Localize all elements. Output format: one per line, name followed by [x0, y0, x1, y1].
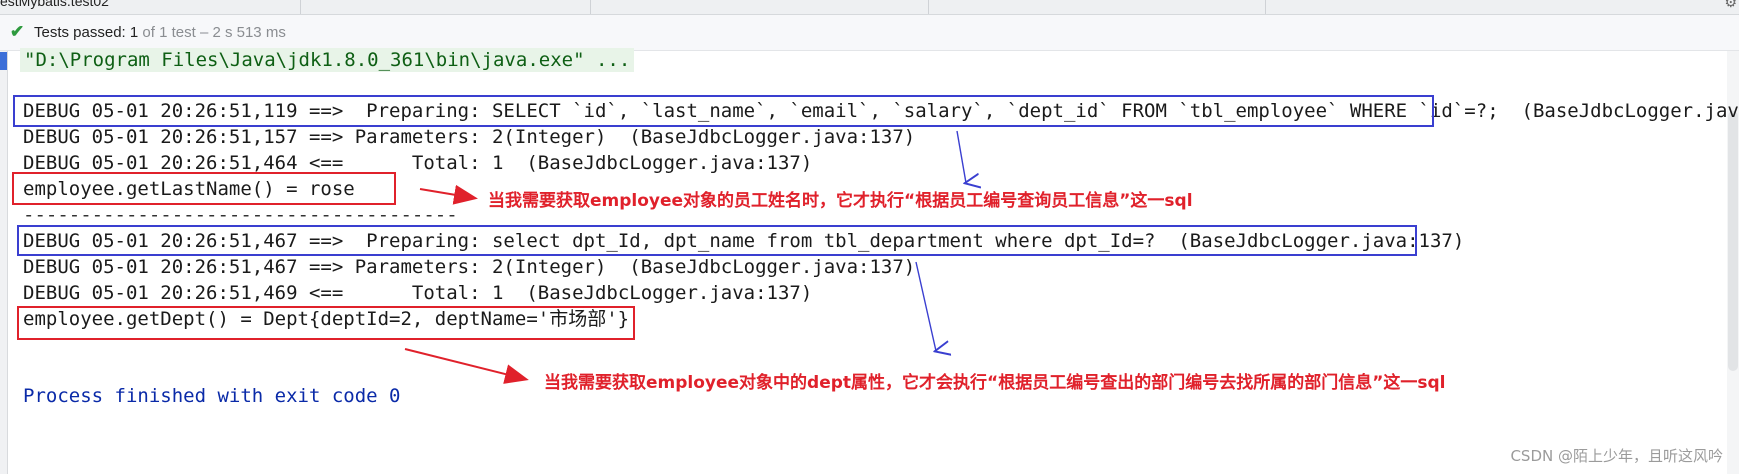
annotation-arrows — [404, 130, 1739, 384]
blue-arrow-1 — [956, 130, 966, 183]
red-arrow-2 — [404, 348, 529, 384]
blue-arrow-2 — [915, 261, 936, 351]
red-arrow-1 — [419, 184, 478, 205]
csdn-watermark: CSDN @陌上少年，且听这风吟 — [1510, 447, 1723, 465]
annotation-lazy-employee: 当我需要获取employee对象的员工姓名时，它才执行“根据员工编号查询员工信息… — [488, 191, 1193, 211]
annotation-lazy-dept: 当我需要获取employee对象中的dept属性，它才会执行“根据员工编号查出的… — [544, 373, 1446, 393]
